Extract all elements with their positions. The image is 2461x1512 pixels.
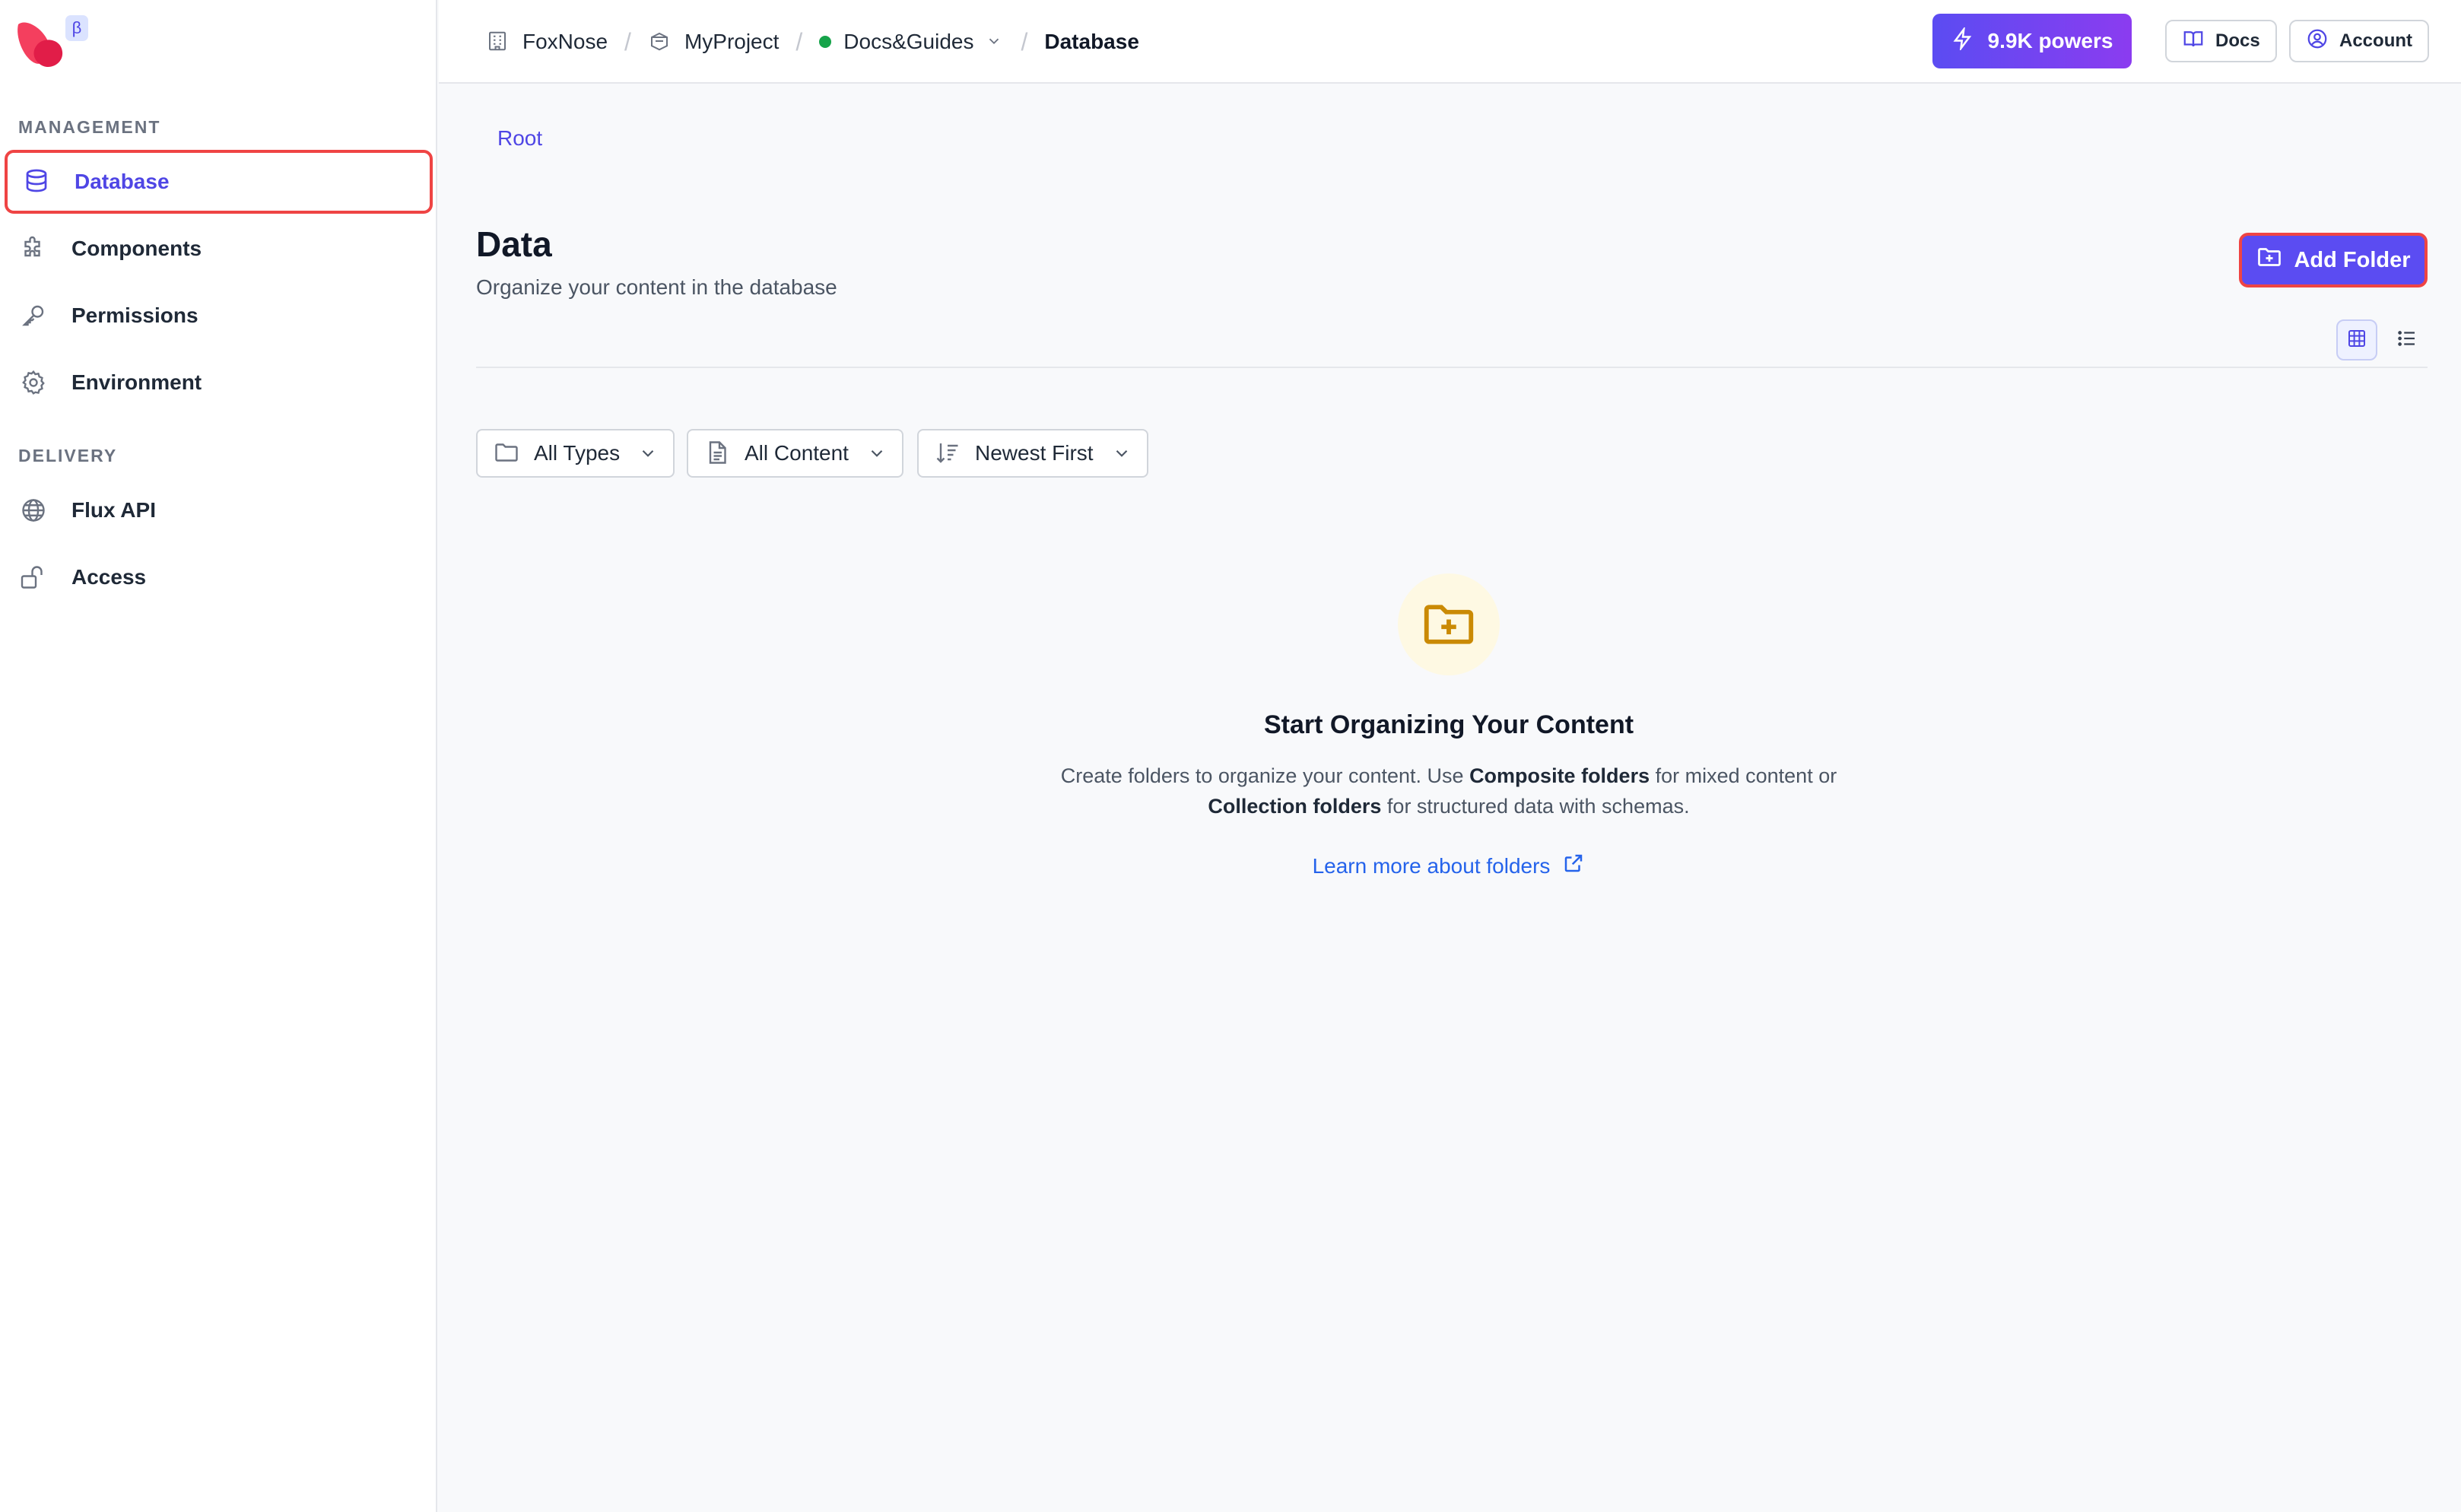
user-circle-icon	[2306, 27, 2329, 56]
type-filter-dropdown[interactable]: All Types	[476, 429, 675, 478]
sort-dropdown[interactable]: Newest First	[917, 429, 1148, 478]
grid-view-button[interactable]	[2336, 319, 2377, 361]
sidebar-item-flux-api[interactable]: Flux API	[5, 478, 433, 542]
empty-desc-bold: Collection folders	[1208, 795, 1382, 818]
sidebar-item-label: Database	[75, 170, 170, 193]
empty-state-folder-plus-icon	[1398, 573, 1500, 675]
beta-badge: β	[65, 15, 88, 41]
sidebar-item-components[interactable]: Components	[5, 217, 433, 281]
filter-label: Newest First	[975, 441, 1094, 465]
box-icon	[648, 30, 672, 54]
powers-label: 9.9K powers	[1987, 29, 2113, 52]
gear-icon	[20, 367, 50, 398]
add-folder-label: Add Folder	[2294, 247, 2411, 272]
chevron-down-icon	[1112, 443, 1132, 463]
app-logo[interactable]: β	[15, 15, 99, 73]
sidebar-item-label: Access	[71, 565, 147, 589]
empty-desc-text: for structured data with schemas.	[1381, 795, 1690, 818]
sidebar-item-label: Flux API	[71, 498, 156, 522]
docs-label: Docs	[2215, 30, 2260, 51]
breadcrumb-label: FoxNose	[522, 30, 608, 53]
add-folder-button[interactable]: Add Folder	[2239, 233, 2428, 287]
topbar: FoxNose / MyProject / Docs&Guides / Data…	[439, 0, 2461, 84]
folder-icon	[493, 439, 522, 468]
empty-state-title: Start Organizing Your Content	[1263, 710, 1634, 739]
chevron-down-icon	[867, 443, 887, 463]
list-view-button[interactable]	[2386, 319, 2428, 361]
sort-icon	[934, 439, 963, 468]
content-filter-dropdown[interactable]: All Content	[687, 429, 903, 478]
filter-label: All Content	[745, 441, 849, 465]
database-icon	[23, 167, 53, 197]
learn-more-link[interactable]: Learn more about folders	[913, 852, 1985, 880]
empty-state-description: Create folders to organize your content.…	[913, 761, 1985, 821]
sidebar-item-access[interactable]: Access	[5, 545, 433, 609]
sidebar: β MANAGEMENT Database Components Permiss…	[0, 0, 437, 1512]
chevron-down-icon	[986, 33, 1004, 51]
unlock-icon	[20, 562, 50, 592]
account-button[interactable]: Account	[2289, 20, 2429, 62]
breadcrumb-label: Database	[1044, 30, 1139, 53]
chevron-down-icon	[638, 443, 658, 463]
book-icon	[2182, 27, 2205, 56]
powers-button[interactable]: 9.9K powers	[1932, 14, 2132, 68]
empty-desc-bold: Composite folders	[1469, 764, 1650, 787]
lightning-icon	[1951, 25, 1974, 56]
page-title: Data	[476, 224, 552, 264]
breadcrumb-separator: /	[1021, 27, 1028, 56]
learn-more-label: Learn more about folders	[1312, 853, 1551, 878]
breadcrumb-item-project[interactable]: MyProject	[648, 30, 779, 54]
external-link-icon	[1562, 852, 1585, 880]
breadcrumb: FoxNose / MyProject / Docs&Guides / Data…	[486, 0, 1139, 84]
sidebar-item-label: Environment	[71, 370, 202, 394]
breadcrumb-label: Docs&Guides	[843, 30, 974, 53]
account-label: Account	[2339, 30, 2412, 51]
root-folder-link[interactable]: Root	[497, 126, 542, 151]
sidebar-item-label: Permissions	[71, 303, 198, 327]
grid-icon	[2345, 327, 2368, 354]
breadcrumb-item-environment[interactable]: Docs&Guides	[819, 30, 1004, 54]
status-dot	[819, 36, 832, 48]
page-subtitle: Organize your content in the database	[476, 275, 837, 299]
breadcrumb-separator: /	[795, 27, 803, 56]
section-label-management: MANAGEMENT	[18, 117, 161, 137]
header-divider	[476, 367, 2428, 368]
document-icon	[703, 439, 732, 468]
empty-desc-text: Create folders to organize your content.…	[1060, 764, 1470, 787]
key-icon	[20, 300, 50, 331]
sidebar-item-environment[interactable]: Environment	[5, 351, 433, 415]
sidebar-item-database[interactable]: Database	[5, 150, 433, 214]
puzzle-icon	[20, 233, 50, 264]
list-icon	[2396, 327, 2418, 354]
breadcrumb-separator: /	[624, 27, 631, 56]
breadcrumb-label: MyProject	[684, 30, 780, 53]
app-root: β MANAGEMENT Database Components Permiss…	[0, 0, 2461, 1512]
filter-label: All Types	[534, 441, 621, 465]
globe-icon	[20, 495, 50, 526]
empty-desc-text: for mixed content or	[1650, 764, 1837, 787]
breadcrumb-item-current: Database	[1044, 30, 1139, 54]
section-label-delivery: DELIVERY	[18, 446, 118, 465]
sidebar-item-label: Components	[71, 237, 202, 260]
docs-button[interactable]: Docs	[2165, 20, 2277, 62]
building-icon	[486, 30, 510, 54]
folder-plus-icon	[2256, 243, 2283, 277]
sidebar-item-permissions[interactable]: Permissions	[5, 284, 433, 348]
breadcrumb-item-org[interactable]: FoxNose	[486, 30, 608, 54]
